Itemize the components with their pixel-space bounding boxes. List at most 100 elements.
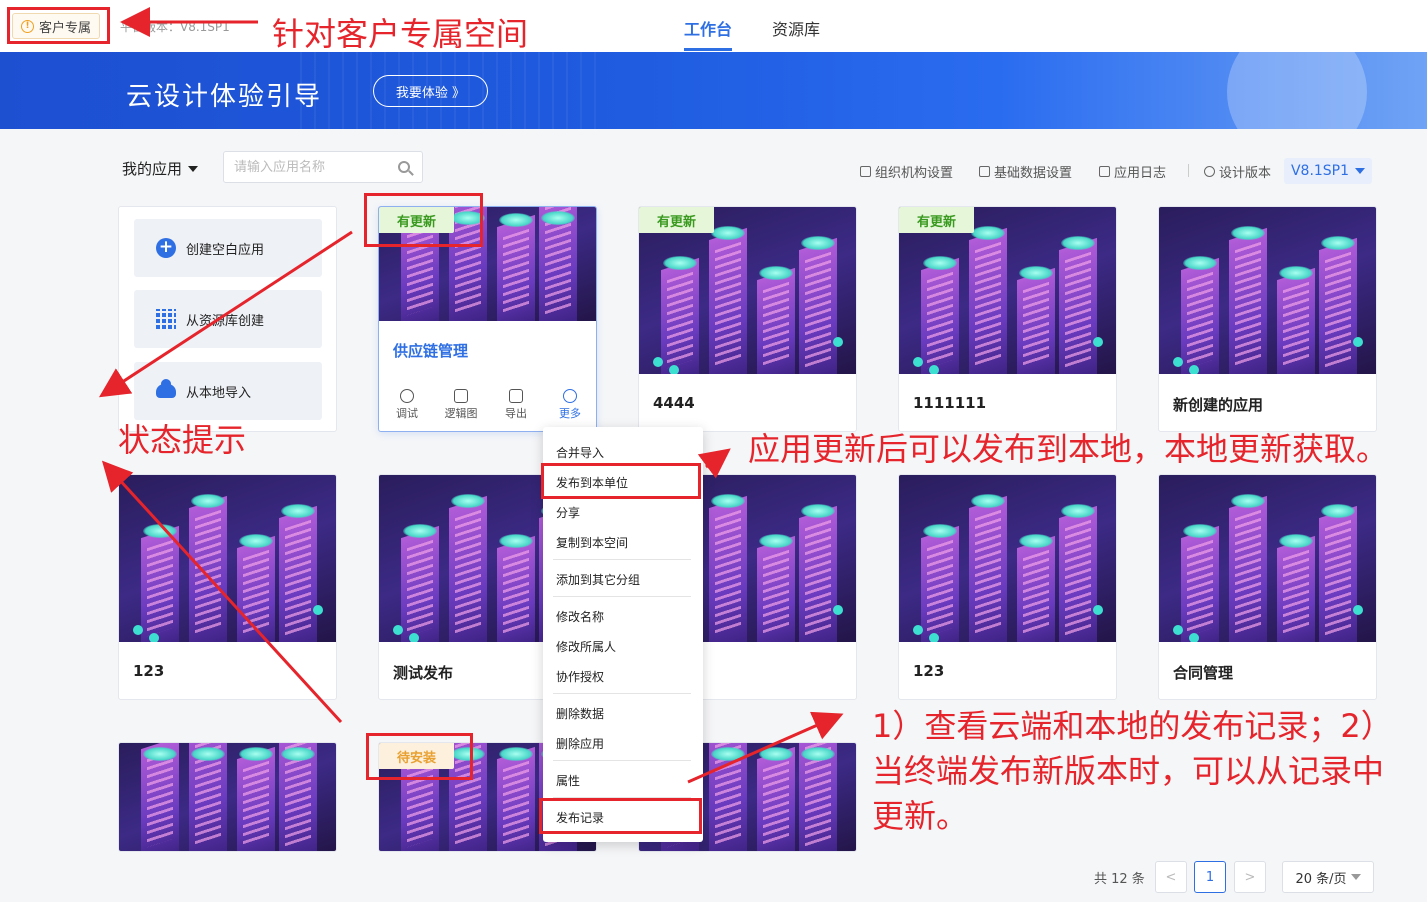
glow-graphic bbox=[1321, 504, 1355, 518]
glow-graphic bbox=[541, 211, 575, 225]
cloud-upload-icon bbox=[156, 379, 176, 398]
dot-graphic bbox=[149, 633, 159, 642]
app-card[interactable]: 123 bbox=[898, 474, 1117, 700]
debug-button[interactable]: 调试 bbox=[387, 389, 427, 421]
annotation-box-pending-tag bbox=[366, 733, 473, 780]
create-blank-app-button[interactable]: + 创建空白应用 bbox=[134, 219, 322, 277]
dot-graphic bbox=[1189, 633, 1199, 642]
menu-item-delete-app[interactable]: 删除应用 bbox=[556, 735, 604, 752]
prev-page-button[interactable]: < bbox=[1155, 861, 1187, 893]
my-apps-label: 我的应用 bbox=[122, 160, 183, 178]
action-label: 逻辑图 bbox=[444, 407, 478, 420]
building-graphic bbox=[497, 535, 535, 642]
app-name: 测试发布 bbox=[393, 664, 454, 682]
app-card[interactable]: 合同管理 bbox=[1158, 474, 1377, 700]
glow-graphic bbox=[923, 524, 957, 538]
glow-graphic bbox=[1183, 524, 1217, 538]
app-thumbnail bbox=[119, 475, 336, 642]
glow-graphic bbox=[1061, 236, 1095, 250]
app-name: 合同管理 bbox=[1173, 664, 1234, 682]
glow-graphic bbox=[239, 534, 273, 548]
glow-graphic bbox=[1183, 256, 1217, 270]
menu-divider bbox=[553, 760, 691, 761]
debug-icon bbox=[400, 389, 414, 403]
tab-workbench[interactable]: 工作台 bbox=[684, 16, 732, 40]
create-from-library-button[interactable]: 从资源库创建 bbox=[134, 290, 322, 348]
glow-graphic bbox=[759, 747, 793, 761]
platform-version: 平台版本：V8.1SP1 bbox=[120, 20, 230, 34]
tab-resource-library[interactable]: 资源库 bbox=[772, 16, 820, 40]
menu-item-properties[interactable]: 属性 bbox=[556, 772, 580, 789]
glow-graphic bbox=[1231, 494, 1265, 508]
glow-graphic bbox=[1279, 534, 1313, 548]
building-graphic bbox=[1017, 535, 1055, 642]
building-graphic bbox=[757, 746, 795, 851]
glow-graphic bbox=[1279, 266, 1313, 280]
menu-divider bbox=[553, 693, 691, 694]
menu-item-add-to-group[interactable]: 添加到其它分组 bbox=[556, 571, 640, 588]
building-graphic bbox=[709, 227, 747, 374]
page-1-button[interactable]: 1 bbox=[1194, 861, 1226, 893]
app-name: 1111111 bbox=[913, 394, 987, 412]
app-card[interactable] bbox=[118, 742, 337, 852]
try-now-button[interactable]: 我要体验 》 bbox=[373, 75, 488, 107]
next-page-button[interactable]: > bbox=[1234, 861, 1266, 893]
document-icon bbox=[1099, 166, 1110, 177]
version-select[interactable]: V8.1SP1 bbox=[1284, 158, 1372, 184]
menu-item-rename[interactable]: 修改名称 bbox=[556, 608, 604, 625]
app-card[interactable]: 123 bbox=[118, 474, 337, 700]
glow-graphic bbox=[143, 747, 177, 761]
menu-item-copy-to-space[interactable]: 复制到本空间 bbox=[556, 534, 628, 551]
base-data-settings-link[interactable]: 基础数据设置 bbox=[979, 162, 1072, 181]
app-name: 4444 bbox=[653, 394, 695, 412]
glow-graphic bbox=[403, 524, 437, 538]
chevron-down-icon bbox=[1350, 874, 1361, 880]
menu-item-merge-import[interactable]: 合并导入 bbox=[556, 444, 604, 461]
building-graphic bbox=[661, 257, 699, 374]
app-card[interactable]: 有更新 1111111 bbox=[898, 206, 1117, 432]
menu-item-change-owner[interactable]: 修改所属人 bbox=[556, 638, 616, 655]
glow-graphic bbox=[143, 524, 177, 538]
menu-divider bbox=[553, 559, 691, 560]
glow-graphic bbox=[1061, 504, 1095, 518]
menu-item-delete-data[interactable]: 删除数据 bbox=[556, 705, 604, 722]
card-actions: 调试 逻辑图 导出 更多 bbox=[379, 379, 596, 431]
app-log-link[interactable]: 应用日志 bbox=[1099, 162, 1166, 181]
design-version-label-wrap: 设计版本 bbox=[1204, 162, 1271, 181]
dot-graphic bbox=[409, 633, 419, 642]
building-graphic bbox=[1319, 505, 1357, 642]
chevron-down-icon bbox=[1355, 168, 1366, 174]
app-thumbnail bbox=[119, 743, 336, 851]
banner-title: 云设计体验引导 bbox=[126, 82, 323, 112]
app-thumbnail bbox=[1159, 475, 1376, 642]
building-graphic bbox=[237, 535, 275, 642]
search-icon[interactable] bbox=[398, 161, 410, 173]
building-graphic bbox=[1277, 267, 1315, 374]
menu-divider bbox=[553, 596, 691, 597]
page-size-select[interactable]: 20 条/页 bbox=[1282, 861, 1374, 893]
building-graphic bbox=[1319, 237, 1357, 374]
app-card[interactable]: 新创建的应用 bbox=[1158, 206, 1377, 432]
dot-graphic bbox=[1173, 357, 1183, 367]
org-settings-link[interactable]: 组织机构设置 bbox=[860, 162, 953, 181]
version-value: V8.1SP1 bbox=[1290, 163, 1350, 179]
dot-graphic bbox=[1353, 337, 1363, 347]
building-graphic bbox=[969, 495, 1007, 642]
app-card[interactable]: 有更新 4444 bbox=[638, 206, 857, 432]
menu-item-collab-auth[interactable]: 协作授权 bbox=[556, 668, 604, 685]
search-input[interactable] bbox=[234, 152, 394, 182]
menu-item-share[interactable]: 分享 bbox=[556, 504, 580, 521]
building-graphic bbox=[279, 505, 317, 642]
export-button[interactable]: 导出 bbox=[496, 389, 536, 421]
glow-graphic bbox=[759, 534, 793, 548]
logic-diagram-button[interactable]: 逻辑图 bbox=[441, 389, 481, 421]
building-graphic bbox=[799, 505, 837, 642]
building-graphic bbox=[401, 525, 439, 642]
glow-graphic bbox=[801, 504, 835, 518]
my-apps-dropdown[interactable]: 我的应用 bbox=[122, 158, 199, 179]
more-button[interactable]: 更多 bbox=[550, 389, 590, 421]
building-graphic bbox=[1229, 227, 1267, 374]
building-graphic bbox=[1229, 495, 1267, 642]
annotation-box-publish-record bbox=[539, 798, 702, 834]
import-local-button[interactable]: 从本地导入 bbox=[134, 362, 322, 420]
